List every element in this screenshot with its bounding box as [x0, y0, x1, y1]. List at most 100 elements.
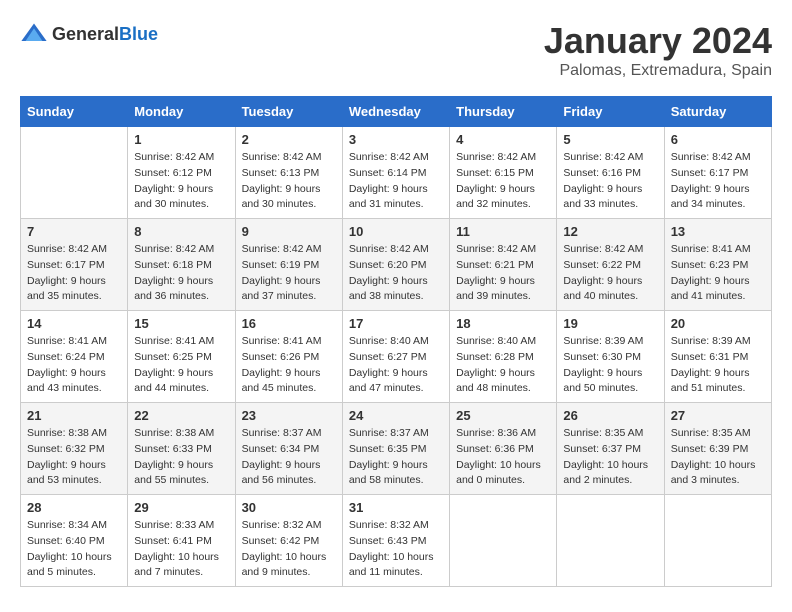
sunset-text: Sunset: 6:17 PM: [671, 167, 749, 179]
calendar-cell-w1-d6: 5 Sunrise: 8:42 AM Sunset: 6:16 PM Dayli…: [557, 127, 664, 219]
sunrise-text: Sunrise: 8:42 AM: [242, 243, 322, 255]
calendar-cell-w3-d2: 15 Sunrise: 8:41 AM Sunset: 6:25 PM Dayl…: [128, 311, 235, 403]
daylight-text: Daylight: 9 hours and 51 minutes.: [671, 367, 750, 395]
calendar-cell-w4-d7: 27 Sunrise: 8:35 AM Sunset: 6:39 PM Dayl…: [664, 403, 771, 495]
day-info: Sunrise: 8:39 AM Sunset: 6:30 PM Dayligh…: [563, 334, 657, 397]
daylight-text: Daylight: 9 hours and 40 minutes.: [563, 275, 642, 303]
sunrise-text: Sunrise: 8:37 AM: [242, 427, 322, 439]
daylight-text: Daylight: 9 hours and 39 minutes.: [456, 275, 535, 303]
location-title: Palomas, Extremadura, Spain: [544, 62, 772, 80]
col-monday: Monday: [128, 97, 235, 127]
day-number: 11: [456, 224, 550, 239]
sunset-text: Sunset: 6:32 PM: [27, 443, 105, 455]
week-row-5: 28 Sunrise: 8:34 AM Sunset: 6:40 PM Dayl…: [21, 495, 772, 587]
week-row-3: 14 Sunrise: 8:41 AM Sunset: 6:24 PM Dayl…: [21, 311, 772, 403]
week-row-1: 1 Sunrise: 8:42 AM Sunset: 6:12 PM Dayli…: [21, 127, 772, 219]
daylight-text: Daylight: 9 hours and 36 minutes.: [134, 275, 213, 303]
sunset-text: Sunset: 6:39 PM: [671, 443, 749, 455]
sunrise-text: Sunrise: 8:40 AM: [349, 335, 429, 347]
day-info: Sunrise: 8:35 AM Sunset: 6:39 PM Dayligh…: [671, 426, 765, 489]
calendar-cell-w3-d6: 19 Sunrise: 8:39 AM Sunset: 6:30 PM Dayl…: [557, 311, 664, 403]
day-info: Sunrise: 8:42 AM Sunset: 6:17 PM Dayligh…: [671, 150, 765, 213]
daylight-text: Daylight: 10 hours and 2 minutes.: [563, 459, 648, 487]
day-number: 4: [456, 132, 550, 147]
sunset-text: Sunset: 6:33 PM: [134, 443, 212, 455]
daylight-text: Daylight: 9 hours and 35 minutes.: [27, 275, 106, 303]
sunset-text: Sunset: 6:37 PM: [563, 443, 641, 455]
day-info: Sunrise: 8:42 AM Sunset: 6:17 PM Dayligh…: [27, 242, 121, 305]
sunset-text: Sunset: 6:13 PM: [242, 167, 320, 179]
sunrise-text: Sunrise: 8:42 AM: [456, 243, 536, 255]
calendar-cell-w2-d5: 11 Sunrise: 8:42 AM Sunset: 6:21 PM Dayl…: [450, 219, 557, 311]
calendar-cell-w3-d7: 20 Sunrise: 8:39 AM Sunset: 6:31 PM Dayl…: [664, 311, 771, 403]
daylight-text: Daylight: 9 hours and 41 minutes.: [671, 275, 750, 303]
sunrise-text: Sunrise: 8:42 AM: [134, 243, 214, 255]
day-info: Sunrise: 8:42 AM Sunset: 6:20 PM Dayligh…: [349, 242, 443, 305]
sunset-text: Sunset: 6:23 PM: [671, 259, 749, 271]
day-info: Sunrise: 8:41 AM Sunset: 6:26 PM Dayligh…: [242, 334, 336, 397]
sunrise-text: Sunrise: 8:42 AM: [349, 151, 429, 163]
day-number: 13: [671, 224, 765, 239]
calendar-cell-w2-d4: 10 Sunrise: 8:42 AM Sunset: 6:20 PM Dayl…: [342, 219, 449, 311]
day-info: Sunrise: 8:42 AM Sunset: 6:19 PM Dayligh…: [242, 242, 336, 305]
calendar-cell-w2-d6: 12 Sunrise: 8:42 AM Sunset: 6:22 PM Dayl…: [557, 219, 664, 311]
day-info: Sunrise: 8:42 AM Sunset: 6:14 PM Dayligh…: [349, 150, 443, 213]
sunset-text: Sunset: 6:16 PM: [563, 167, 641, 179]
day-number: 10: [349, 224, 443, 239]
day-info: Sunrise: 8:41 AM Sunset: 6:23 PM Dayligh…: [671, 242, 765, 305]
day-info: Sunrise: 8:34 AM Sunset: 6:40 PM Dayligh…: [27, 518, 121, 581]
daylight-text: Daylight: 9 hours and 43 minutes.: [27, 367, 106, 395]
day-number: 1: [134, 132, 228, 147]
daylight-text: Daylight: 9 hours and 30 minutes.: [242, 183, 321, 211]
day-info: Sunrise: 8:42 AM Sunset: 6:22 PM Dayligh…: [563, 242, 657, 305]
daylight-text: Daylight: 9 hours and 33 minutes.: [563, 183, 642, 211]
day-number: 6: [671, 132, 765, 147]
daylight-text: Daylight: 9 hours and 47 minutes.: [349, 367, 428, 395]
logo-icon: [20, 20, 48, 48]
title-area: January 2024 Palomas, Extremadura, Spain: [544, 20, 772, 80]
daylight-text: Daylight: 9 hours and 32 minutes.: [456, 183, 535, 211]
day-number: 23: [242, 408, 336, 423]
sunset-text: Sunset: 6:20 PM: [349, 259, 427, 271]
sunset-text: Sunset: 6:24 PM: [27, 351, 105, 363]
daylight-text: Daylight: 9 hours and 48 minutes.: [456, 367, 535, 395]
day-number: 2: [242, 132, 336, 147]
logo-text-general: General: [52, 24, 119, 44]
sunrise-text: Sunrise: 8:42 AM: [563, 151, 643, 163]
daylight-text: Daylight: 9 hours and 53 minutes.: [27, 459, 106, 487]
calendar-cell-w2-d2: 8 Sunrise: 8:42 AM Sunset: 6:18 PM Dayli…: [128, 219, 235, 311]
day-number: 24: [349, 408, 443, 423]
sunrise-text: Sunrise: 8:38 AM: [134, 427, 214, 439]
sunrise-text: Sunrise: 8:35 AM: [671, 427, 751, 439]
calendar-cell-w2-d7: 13 Sunrise: 8:41 AM Sunset: 6:23 PM Dayl…: [664, 219, 771, 311]
sunset-text: Sunset: 6:34 PM: [242, 443, 320, 455]
sunrise-text: Sunrise: 8:42 AM: [134, 151, 214, 163]
sunset-text: Sunset: 6:30 PM: [563, 351, 641, 363]
month-title: January 2024: [544, 20, 772, 62]
sunrise-text: Sunrise: 8:36 AM: [456, 427, 536, 439]
day-number: 15: [134, 316, 228, 331]
calendar-cell-w5-d6: [557, 495, 664, 587]
sunrise-text: Sunrise: 8:41 AM: [27, 335, 107, 347]
calendar-cell-w4-d4: 24 Sunrise: 8:37 AM Sunset: 6:35 PM Dayl…: [342, 403, 449, 495]
day-info: Sunrise: 8:38 AM Sunset: 6:32 PM Dayligh…: [27, 426, 121, 489]
sunset-text: Sunset: 6:12 PM: [134, 167, 212, 179]
week-row-4: 21 Sunrise: 8:38 AM Sunset: 6:32 PM Dayl…: [21, 403, 772, 495]
day-info: Sunrise: 8:42 AM Sunset: 6:16 PM Dayligh…: [563, 150, 657, 213]
day-info: Sunrise: 8:42 AM Sunset: 6:13 PM Dayligh…: [242, 150, 336, 213]
day-number: 20: [671, 316, 765, 331]
day-number: 17: [349, 316, 443, 331]
sunset-text: Sunset: 6:25 PM: [134, 351, 212, 363]
daylight-text: Daylight: 9 hours and 37 minutes.: [242, 275, 321, 303]
calendar-cell-w3-d4: 17 Sunrise: 8:40 AM Sunset: 6:27 PM Dayl…: [342, 311, 449, 403]
col-friday: Friday: [557, 97, 664, 127]
col-tuesday: Tuesday: [235, 97, 342, 127]
sunset-text: Sunset: 6:14 PM: [349, 167, 427, 179]
calendar-table: Sunday Monday Tuesday Wednesday Thursday…: [20, 96, 772, 587]
sunset-text: Sunset: 6:36 PM: [456, 443, 534, 455]
calendar-cell-w1-d1: [21, 127, 128, 219]
calendar-cell-w5-d3: 30 Sunrise: 8:32 AM Sunset: 6:42 PM Dayl…: [235, 495, 342, 587]
day-info: Sunrise: 8:33 AM Sunset: 6:41 PM Dayligh…: [134, 518, 228, 581]
calendar-cell-w4-d5: 25 Sunrise: 8:36 AM Sunset: 6:36 PM Dayl…: [450, 403, 557, 495]
sunrise-text: Sunrise: 8:35 AM: [563, 427, 643, 439]
